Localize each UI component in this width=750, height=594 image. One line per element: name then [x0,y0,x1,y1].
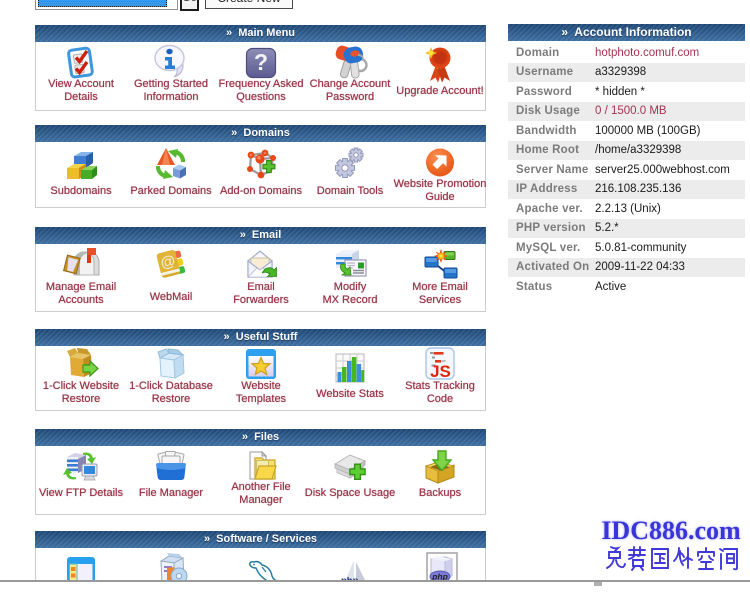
svg-text:?: ? [254,49,268,75]
svg-text:JS: JS [430,362,451,381]
